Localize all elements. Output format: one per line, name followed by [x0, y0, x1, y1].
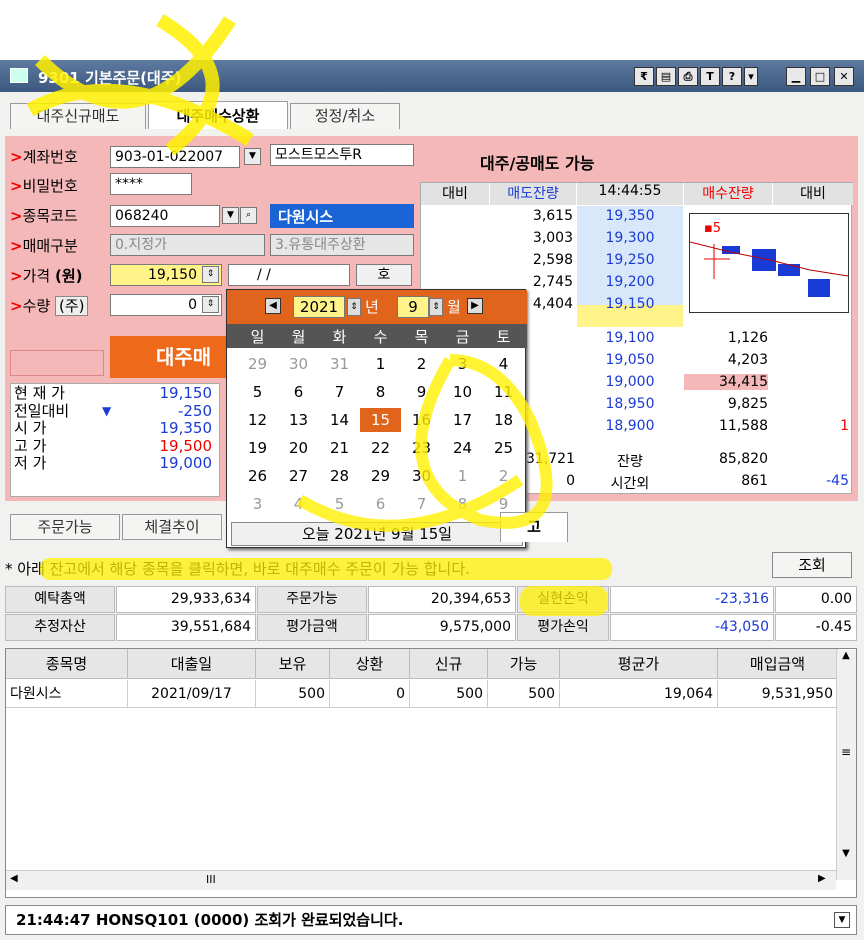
yellow-scribble: [26, 13, 553, 532]
